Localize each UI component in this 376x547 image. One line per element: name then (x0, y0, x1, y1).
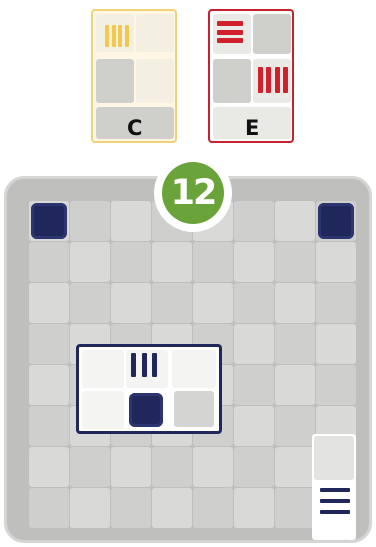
board-cell[interactable] (193, 283, 233, 323)
board-cell[interactable] (111, 283, 151, 323)
board-cell[interactable] (152, 283, 192, 323)
board-cell[interactable] (234, 242, 274, 282)
card-cell (253, 14, 291, 54)
board-cell[interactable] (234, 283, 274, 323)
board-cell[interactable] (275, 488, 315, 528)
piece-cell (174, 391, 214, 427)
card-cell (96, 59, 134, 103)
board-cell[interactable] (316, 324, 356, 364)
card-letter: C (127, 116, 143, 140)
dark-square-tile-icon (129, 393, 163, 427)
board-cell[interactable] (111, 447, 151, 487)
piece-cell (172, 350, 216, 388)
board-cell[interactable] (70, 283, 110, 323)
three-bars-vertical-icon (105, 25, 129, 47)
card-cell (136, 59, 174, 103)
piece-cell (82, 391, 124, 429)
board-cell[interactable] (234, 488, 274, 528)
board-cell[interactable] (234, 365, 274, 405)
board-cell[interactable] (70, 447, 110, 487)
option-card-c[interactable]: C (91, 9, 177, 143)
dark-square-tile-icon (31, 203, 67, 239)
puzzle-piece[interactable] (76, 344, 222, 434)
board-cell[interactable] (316, 283, 356, 323)
dark-square-tile-icon (318, 203, 354, 239)
piece-cell (82, 350, 124, 388)
board-cell[interactable] (193, 447, 233, 487)
three-bars-horizontal-icon (320, 488, 350, 514)
board-cell[interactable] (70, 201, 110, 241)
puzzle-number: 12 (162, 162, 224, 224)
board-cell[interactable] (234, 201, 274, 241)
board-cell[interactable] (234, 406, 274, 446)
board-cell[interactable] (275, 365, 315, 405)
board-cell[interactable] (275, 201, 315, 241)
board-cell[interactable] (193, 242, 233, 282)
board-cell[interactable] (29, 447, 69, 487)
board-cell[interactable] (29, 365, 69, 405)
down-arrow-icon: ▾ (343, 537, 348, 543)
three-bars-vertical-icon (131, 353, 157, 377)
board-cell[interactable] (275, 447, 315, 487)
three-bars-vertical-icon (258, 67, 288, 93)
board-cell[interactable] (275, 242, 315, 282)
board-cell[interactable] (275, 324, 315, 364)
board-cell[interactable] (275, 406, 315, 446)
board-cell[interactable] (316, 242, 356, 282)
board-cell[interactable] (152, 488, 192, 528)
exit-cell (314, 436, 354, 480)
board-cell[interactable] (29, 242, 69, 282)
board-cell[interactable] (70, 488, 110, 528)
board-cell[interactable] (29, 406, 69, 446)
card-cell (213, 59, 251, 103)
board-cell[interactable] (29, 488, 69, 528)
card-cell (136, 14, 174, 52)
board-cell[interactable] (234, 324, 274, 364)
option-card-e[interactable]: E (208, 9, 294, 143)
board-cell[interactable] (29, 324, 69, 364)
board-cell[interactable] (70, 242, 110, 282)
card-letter: E (245, 116, 260, 140)
board-cell[interactable] (29, 283, 69, 323)
board-cell[interactable] (111, 488, 151, 528)
three-bars-horizontal-icon (217, 21, 243, 43)
board-cell[interactable] (275, 283, 315, 323)
board-cell[interactable] (111, 201, 151, 241)
board-cell[interactable] (152, 242, 192, 282)
board-cell[interactable] (152, 447, 192, 487)
exit-slot (312, 434, 356, 540)
board-cell[interactable] (316, 365, 356, 405)
board-cell[interactable] (193, 488, 233, 528)
puzzle-number-badge: 12 (154, 154, 232, 232)
board-cell[interactable] (234, 447, 274, 487)
board-cell[interactable] (111, 242, 151, 282)
